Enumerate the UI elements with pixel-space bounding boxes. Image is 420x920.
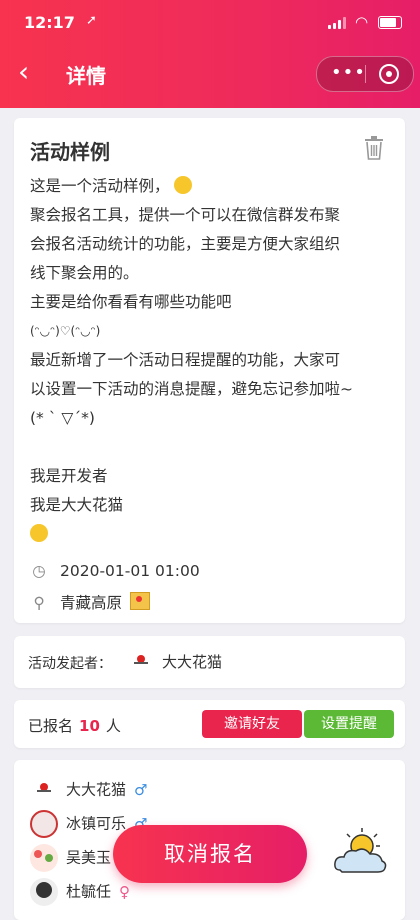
map-icon[interactable] bbox=[130, 592, 151, 610]
description-line bbox=[30, 520, 400, 549]
status-bar: 12:17 ➚ ◠ bbox=[0, 0, 420, 44]
close-miniprogram-icon[interactable] bbox=[379, 64, 399, 84]
description-line bbox=[30, 433, 400, 462]
activity-title: 活动样例 bbox=[30, 140, 110, 164]
activity-location[interactable]: 青藏高原 bbox=[60, 594, 122, 612]
nav-bar: ‹ 详情 ••• bbox=[0, 44, 420, 104]
female-icon: ♀ bbox=[119, 882, 131, 901]
avatar bbox=[30, 776, 58, 804]
description-line: 会报名活动统计的功能，主要是方便大家组织 bbox=[30, 235, 341, 253]
set-reminder-button[interactable]: 设置提醒 bbox=[304, 710, 394, 738]
invite-friends-button[interactable]: 邀请好友 bbox=[202, 710, 302, 738]
signal-icon bbox=[328, 17, 348, 29]
organizer-label: 活动发起者： bbox=[28, 656, 112, 672]
capsule-divider bbox=[365, 65, 366, 83]
page-title: 详情 bbox=[66, 64, 106, 88]
list-item[interactable]: 大大花猫 ♂ bbox=[30, 776, 147, 806]
member-name: 杜毓任 bbox=[66, 882, 112, 901]
signup-card: 已报名 10 人 邀请好友 设置提醒 bbox=[14, 700, 405, 748]
description-line: 主要是给你看看有哪些功能吧 bbox=[30, 293, 232, 311]
back-button[interactable]: ‹ bbox=[18, 58, 29, 86]
trash-icon[interactable] bbox=[364, 136, 384, 160]
location-pin-icon: ⚲ bbox=[33, 594, 45, 612]
activity-time-row: ◷ 2020-01-01 01:00 bbox=[30, 562, 200, 580]
rofl-emoji-icon bbox=[173, 176, 192, 194]
avatar bbox=[30, 810, 58, 838]
organizer-avatar bbox=[132, 655, 150, 669]
description-line: 聚会报名工具，提供一个可以在微信群发布聚 bbox=[30, 206, 341, 224]
status-time: 12:17 bbox=[24, 13, 75, 32]
wifi-icon: ◠ bbox=[355, 13, 369, 31]
description-line: 以设置一下活动的消息提醒，避免忘记参加啦~ bbox=[30, 380, 353, 398]
more-icon[interactable]: ••• bbox=[331, 62, 366, 83]
organizer-name: 大大花猫 bbox=[162, 653, 223, 671]
description-line: 我是大大花猫 bbox=[30, 496, 124, 514]
description-line: (* ` ▽´*) bbox=[30, 409, 95, 427]
description-line: 最近新增了一个活动日程提醒的功能，大家可 bbox=[30, 351, 341, 369]
description-line: 我是开发者 bbox=[30, 467, 108, 485]
signup-count: 已报名 10 人 bbox=[28, 717, 121, 735]
miniprogram-capsule: ••• bbox=[316, 56, 414, 92]
activity-datetime: 2020-01-01 01:00 bbox=[60, 562, 200, 580]
member-name: 吴美玉 bbox=[66, 848, 112, 867]
avatar bbox=[30, 844, 58, 872]
activity-location-row[interactable]: ⚲ 青藏高原 bbox=[30, 591, 151, 613]
member-name: 大大花猫 bbox=[66, 780, 127, 799]
male-icon: ♂ bbox=[134, 780, 148, 799]
organizer-card: 活动发起者： 大大花猫 bbox=[14, 636, 405, 688]
description-line: 线下聚会用的。 bbox=[30, 264, 139, 282]
location-arrow-icon: ➚ bbox=[86, 13, 97, 28]
organizer[interactable]: 大大花猫 bbox=[132, 651, 222, 672]
description-line: (ᵔ◡ᵔ)♡(ᵔ◡ᵔ) bbox=[30, 324, 101, 338]
signup-count-number: 10 bbox=[79, 717, 100, 735]
battery-icon bbox=[378, 16, 402, 29]
description-line: 这是一个活动样例， bbox=[30, 172, 400, 201]
activity-description: 这是一个活动样例， 聚会报名工具，提供一个可以在微信群发布聚 会报名活动统计的功… bbox=[30, 172, 400, 549]
activity-card: 活动样例 这是一个活动样例， 聚会报名工具，提供一个可以在微信群发布聚 会报名活… bbox=[14, 118, 405, 623]
weather-icon[interactable] bbox=[330, 826, 390, 878]
member-name: 冰镇可乐 bbox=[66, 814, 127, 833]
cancel-signup-button[interactable]: 取消报名 bbox=[113, 825, 307, 883]
grimace-emoji-icon bbox=[30, 524, 48, 542]
avatar bbox=[30, 878, 58, 906]
list-item[interactable]: 杜毓任 ♀ bbox=[30, 878, 130, 908]
top-bar: 12:17 ➚ ◠ ‹ 详情 ••• bbox=[0, 0, 420, 108]
clock-icon: ◷ bbox=[32, 562, 46, 580]
